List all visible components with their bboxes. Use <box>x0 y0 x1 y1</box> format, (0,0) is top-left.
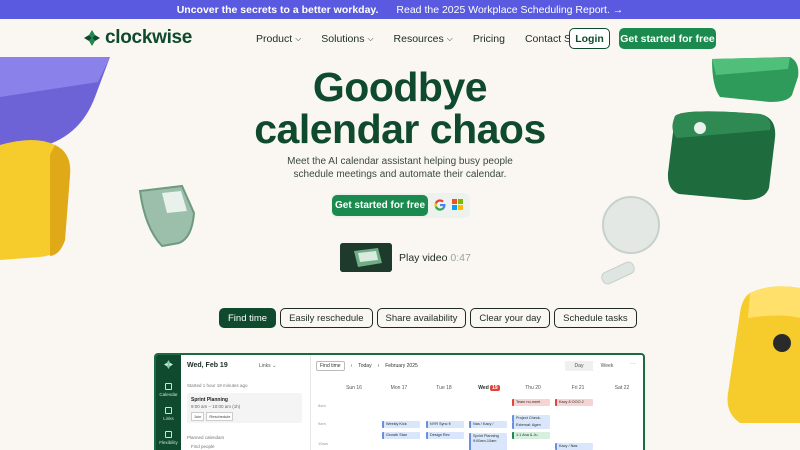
calendar-event[interactable]: 1:1 Ana & Ju <box>512 432 550 439</box>
chevron-down-icon: ⌵ <box>295 34 302 43</box>
day-header: Sun 16 <box>346 385 362 391</box>
banner-headline: Uncover the secrets to a better workday. <box>176 3 379 16</box>
microsoft-icon[interactable] <box>452 199 463 210</box>
calendar-icon <box>165 383 172 390</box>
dark-green-block-decoration <box>667 111 776 200</box>
hero-subtitle: Meet the AI calendar assistant helping b… <box>287 156 513 180</box>
clockwise-logo-icon <box>164 360 173 369</box>
calendar-main: Find time ‹ Today › February 2025 Day We… <box>312 355 643 450</box>
day-header-today: Wed 19 <box>478 385 500 391</box>
get-started-hero-button[interactable]: Get started for free <box>332 195 428 216</box>
hero-title: Goodbye calendar chaos <box>200 66 600 150</box>
feature-tabs: Find time Easily reschedule Share availa… <box>219 308 637 328</box>
today-button[interactable]: Today <box>358 363 371 369</box>
calendar-event[interactable]: NYR Sync fl <box>426 421 464 428</box>
day-header: Thu 20 <box>525 385 541 391</box>
hero-title-line1: Goodbye <box>312 64 488 110</box>
calendar-event[interactable]: Weekly Kick <box>382 421 420 428</box>
tab-easily-reschedule[interactable]: Easily reschedule <box>280 308 373 328</box>
video-duration: 0:47 <box>450 252 471 264</box>
app-left-panel: Wed, Feb 19 Links ⌄ Started 1 hour 19 mi… <box>181 355 311 450</box>
chevron-down-icon: ⌵ <box>367 34 374 43</box>
prev-button[interactable]: ‹ <box>351 363 353 369</box>
next-button[interactable]: › <box>378 363 380 369</box>
calendar-event[interactable]: Kacy / Nas <box>555 443 593 450</box>
clockwise-logo[interactable]: clockwise <box>84 27 192 49</box>
logo-wordmark: clockwise <box>105 27 193 48</box>
day-header: Fri 21 <box>571 385 585 391</box>
calendar-event[interactable]: Design Rev <box>426 432 464 439</box>
main-nav: Product ⌵ Solutions ⌵ Resources ⌵ Pricing C… <box>256 33 610 45</box>
view-week-button[interactable]: Week <box>593 361 621 371</box>
calendar-event[interactable]: Team no-meet <box>512 399 550 406</box>
hero-title-line2: calendar chaos <box>254 106 546 152</box>
calendar-event[interactable]: Project Check- <box>512 415 550 422</box>
tab-share-availability[interactable]: Share availability <box>376 308 467 328</box>
app-preview: Calendar Links Flexibility Wed, Feb 19 L… <box>154 353 645 450</box>
banner-link[interactable]: Read the 2025 Workplace Scheduling Repor… <box>396 4 623 16</box>
rail-flexibility[interactable]: Flexibility <box>156 431 181 445</box>
google-icon[interactable] <box>434 199 446 211</box>
hour-label: 10am <box>318 441 329 446</box>
meeting-started-text: Started 1 hour 19 minutes ago <box>187 383 248 388</box>
arrow-right-icon: → <box>612 3 624 16</box>
nav-resources[interactable]: Resources ⌵ <box>394 33 453 45</box>
selected-date: Wed, Feb 19 <box>187 362 228 369</box>
tab-find-time[interactable]: Find time <box>219 308 277 328</box>
video-thumbnail[interactable] <box>340 243 392 272</box>
join-button[interactable]: Join <box>191 412 205 421</box>
meeting-title: Sprint Planning <box>191 397 228 403</box>
login-button[interactable]: Login <box>569 28 610 49</box>
announcement-banner[interactable]: Uncover the secrets to a better workday.… <box>0 0 800 19</box>
tab-schedule-tasks[interactable]: Schedule tasks <box>554 308 637 328</box>
video-thumbnail-image <box>340 243 392 272</box>
day-header: Sat 22 <box>614 385 630 391</box>
calendar-toolbar: Find time ‹ Today › February 2025 <box>316 361 418 371</box>
tab-clear-your-day[interactable]: Clear your day <box>470 308 551 328</box>
green-block-top-decoration <box>712 57 799 102</box>
app-sidebar-rail: Calendar Links Flexibility <box>156 355 181 450</box>
hour-label: 9am <box>318 421 326 426</box>
current-meeting-card[interactable]: Sprint Planning 9:00 am – 10:00 am (1h) … <box>187 393 302 423</box>
month-label: February 2025 <box>385 363 418 369</box>
view-toggle: Day Week <box>565 361 621 371</box>
rail-calendar[interactable]: Calendar <box>156 383 181 397</box>
more-icon[interactable]: ··· <box>630 361 636 367</box>
nav-product[interactable]: Product ⌵ <box>256 33 301 45</box>
calendar-event[interactable]: Nas / Kacy / <box>469 421 507 428</box>
purple-block-decoration <box>0 57 110 147</box>
find-people-input[interactable]: Find people <box>191 444 215 449</box>
rail-links[interactable]: Links <box>156 407 181 421</box>
calendar-event[interactable]: External: Agen <box>512 422 550 429</box>
day-header: Tue 18 <box>436 385 452 391</box>
nav-solutions[interactable]: Solutions ⌵ <box>321 33 373 45</box>
play-video-button[interactable]: Play video 0:47 <box>399 252 471 264</box>
yellow-block-decoration <box>0 140 71 260</box>
planned-calendars-label: Planned calendars <box>187 435 225 440</box>
get-started-nav-button[interactable]: Get started for free <box>619 28 716 49</box>
shield-decoration <box>138 184 196 248</box>
reschedule-button[interactable]: Reschedule <box>206 412 234 421</box>
calendar-event[interactable]: Sprint Planning 9:00am-10am <box>469 433 507 450</box>
flexibility-icon <box>165 431 172 438</box>
link-icon <box>165 407 172 414</box>
day-header: Mon 17 <box>390 385 408 391</box>
week-day-headers: Sun 16 Mon 17 Tue 18 Wed 19 Thu 20 Fri 2… <box>312 385 643 395</box>
nav-pricing[interactable]: Pricing <box>473 33 505 45</box>
links-dropdown[interactable]: Links ⌄ <box>259 363 276 369</box>
lightbulb-decoration <box>601 196 660 285</box>
find-time-button[interactable]: Find time <box>316 361 345 371</box>
hour-label: 8am <box>318 403 326 408</box>
chevron-down-icon: ⌵ <box>446 34 453 43</box>
calendar-event[interactable]: Kacy 8 OOO 2 <box>555 399 593 406</box>
meeting-time: 9:00 am – 10:00 am (1h) <box>191 404 241 409</box>
clockwise-logo-icon <box>84 30 100 46</box>
calendar-event[interactable]: Growth Stan <box>382 432 420 439</box>
yellow-cube-decoration <box>727 286 800 423</box>
view-day-button[interactable]: Day <box>565 361 593 371</box>
